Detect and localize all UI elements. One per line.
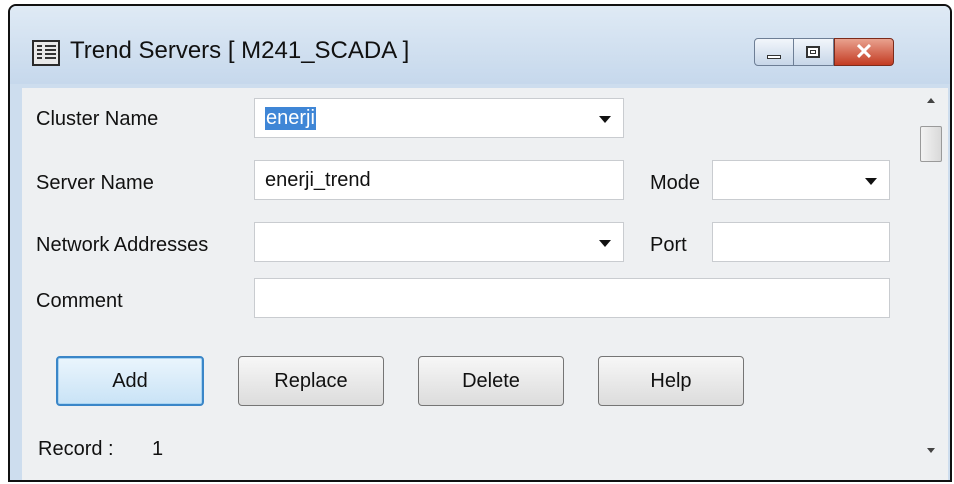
mode-label: Mode — [650, 172, 701, 194]
window-app-icon — [32, 40, 60, 66]
help-button[interactable]: Help — [598, 356, 744, 406]
scroll-up-icon[interactable] — [927, 98, 935, 103]
network-addresses-label: Network Addresses — [36, 234, 209, 256]
network-addresses-combobox[interactable] — [254, 222, 624, 262]
port-field[interactable] — [712, 222, 890, 262]
server-name-label: Server Name — [36, 172, 154, 194]
minimize-button[interactable] — [754, 38, 794, 66]
window-title: Trend Servers [ M241_SCADA ] — [70, 37, 410, 64]
close-icon: ✕ — [854, 39, 874, 64]
port-label: Port — [650, 234, 687, 256]
title-bar[interactable]: Trend Servers [ M241_SCADA ] ✕ — [10, 6, 950, 84]
cluster-name-value: enerji — [265, 107, 316, 130]
add-button[interactable]: Add — [56, 356, 204, 406]
maximize-icon — [806, 46, 820, 58]
record-value: 1 — [152, 438, 164, 460]
vertical-scrollbar[interactable] — [914, 88, 948, 480]
delete-button[interactable]: Delete — [418, 356, 564, 406]
chevron-down-icon[interactable] — [599, 116, 611, 123]
server-name-field[interactable]: enerji_trend — [254, 160, 624, 200]
mode-combobox[interactable] — [712, 160, 890, 200]
cluster-name-combobox[interactable]: enerji — [254, 98, 624, 138]
comment-label: Comment — [36, 290, 123, 312]
server-name-value: enerji_trend — [265, 169, 371, 191]
comment-field[interactable] — [254, 278, 890, 318]
close-button[interactable]: ✕ — [834, 38, 894, 66]
chevron-down-icon[interactable] — [865, 178, 877, 185]
chevron-down-icon[interactable] — [599, 240, 611, 247]
replace-button[interactable]: Replace — [238, 356, 384, 406]
record-label: Record : — [38, 438, 114, 460]
form-panel: Cluster Name enerji Server Name enerji_t… — [22, 88, 914, 480]
trend-servers-window: Trend Servers [ M241_SCADA ] ✕ Cluster N… — [8, 4, 952, 482]
cluster-name-label: Cluster Name — [36, 108, 159, 130]
minimize-icon — [767, 55, 781, 59]
scroll-thumb[interactable] — [920, 126, 942, 162]
maximize-button[interactable] — [794, 38, 834, 66]
scroll-down-icon[interactable] — [927, 448, 935, 453]
